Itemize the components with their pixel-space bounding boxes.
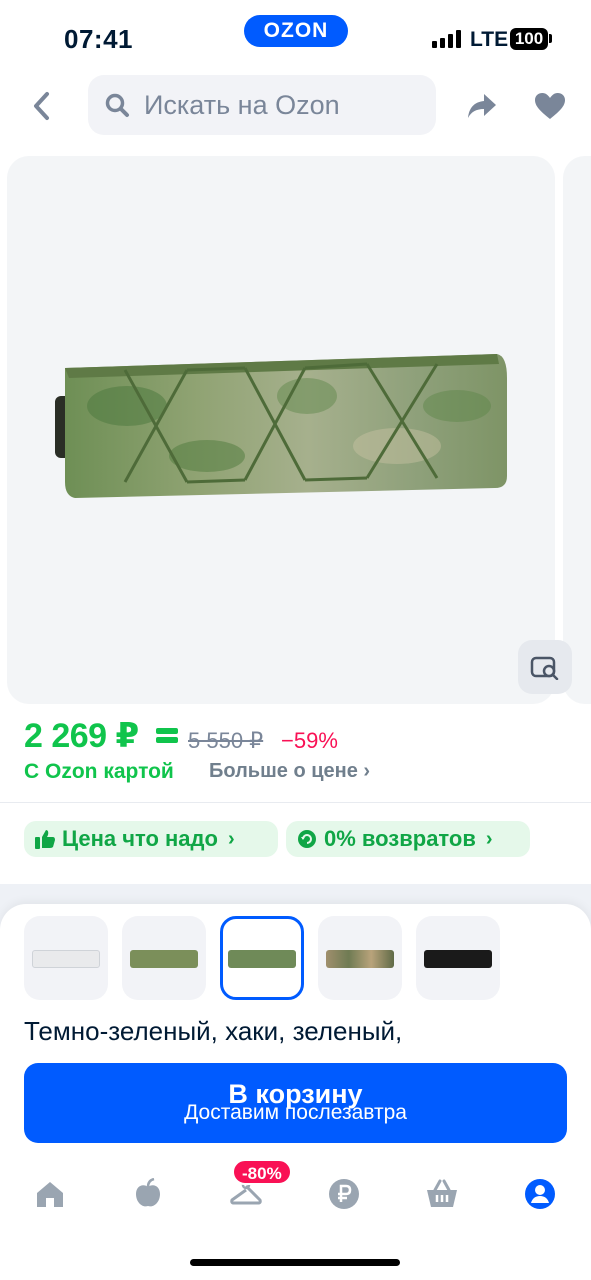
variant-option[interactable] (318, 916, 402, 1000)
battery-tip (549, 34, 552, 43)
nav-profile[interactable] (520, 1174, 560, 1214)
discount-percent: −59% (281, 728, 338, 753)
heart-icon (535, 93, 565, 119)
return-icon (298, 830, 316, 848)
bottom-nav: -80% (0, 1154, 591, 1234)
ozon-logo-pill[interactable]: OZON (244, 15, 348, 47)
profile-icon (525, 1179, 555, 1209)
battery-icon: 100 (510, 28, 548, 50)
network-label: LTE (470, 28, 509, 51)
image-search-button[interactable] (518, 640, 572, 694)
nav-fresh[interactable] (128, 1174, 168, 1214)
share-button[interactable] (462, 86, 502, 126)
promo-badge: -80% (232, 1159, 292, 1185)
search-input[interactable]: Искать на Ozon (88, 75, 436, 135)
price-current: 2 269 ₽ (24, 717, 139, 755)
back-button[interactable] (24, 88, 60, 124)
variant-swatch (130, 950, 198, 968)
chevron-right-icon: › (485, 827, 493, 850)
home-indicator[interactable] (190, 1259, 400, 1266)
badge-free-returns-label: 0% возвратов (324, 826, 476, 851)
product-image (55, 354, 507, 498)
variant-swatch (326, 950, 394, 968)
nav-finance[interactable] (324, 1174, 364, 1214)
ozon-card-icon (156, 728, 178, 743)
thumbs-up-icon (35, 830, 55, 849)
delivery-label: Доставим послезавтра (184, 1101, 407, 1124)
variant-swatch (32, 950, 100, 968)
price-old: 5 550 ₽ (188, 728, 264, 753)
chevron-right-icon: › (227, 827, 235, 850)
variant-list (24, 916, 500, 1000)
home-icon (37, 1182, 63, 1207)
variant-swatch (228, 950, 296, 968)
next-photo-peek[interactable] (563, 156, 591, 704)
variant-option[interactable] (122, 916, 206, 1000)
badge-free-returns[interactable]: 0% возвратов › (286, 821, 530, 857)
add-to-cart-button[interactable]: В корзину Доставим послезавтра (24, 1063, 567, 1143)
product-photo[interactable] (7, 156, 555, 704)
product-colors: Темно-зеленый, хаки, зеленый, (24, 1016, 403, 1046)
variant-option-selected[interactable] (220, 916, 304, 1000)
price-block: 2 269 ₽ 5 550 ₽ −59% С Ozon картой Больш… (0, 710, 591, 802)
product-gallery (0, 150, 591, 710)
status-time: 07:41 (64, 24, 133, 54)
share-icon (468, 94, 496, 118)
top-bar: Искать на Ozon (0, 72, 591, 150)
signal-icon (432, 30, 461, 48)
badge-good-price-label: Цена что надо (62, 826, 218, 851)
more-about-price-link[interactable]: Больше о цене › (209, 760, 370, 783)
chevron-left-icon (34, 92, 49, 120)
badge-good-price[interactable]: Цена что надо › (24, 821, 278, 857)
nav-home[interactable] (30, 1174, 70, 1214)
search-placeholder: Искать на Ozon (144, 89, 340, 120)
apple-icon (136, 1178, 160, 1207)
photo-search-icon (530, 656, 559, 680)
variant-option[interactable] (416, 916, 500, 1000)
variant-option[interactable] (24, 916, 108, 1000)
favorite-button[interactable] (530, 86, 570, 126)
status-bar: 07:41 OZON LTE 100 (0, 0, 591, 72)
ozon-card-label: С Ozon картой (24, 760, 174, 783)
product-badges: Цена что надо › 0% возвратов › (0, 802, 591, 884)
nav-cart[interactable] (422, 1174, 462, 1214)
ruble-icon (329, 1179, 359, 1209)
search-icon (105, 93, 129, 117)
basket-icon (427, 1179, 457, 1207)
variant-swatch (424, 950, 492, 968)
